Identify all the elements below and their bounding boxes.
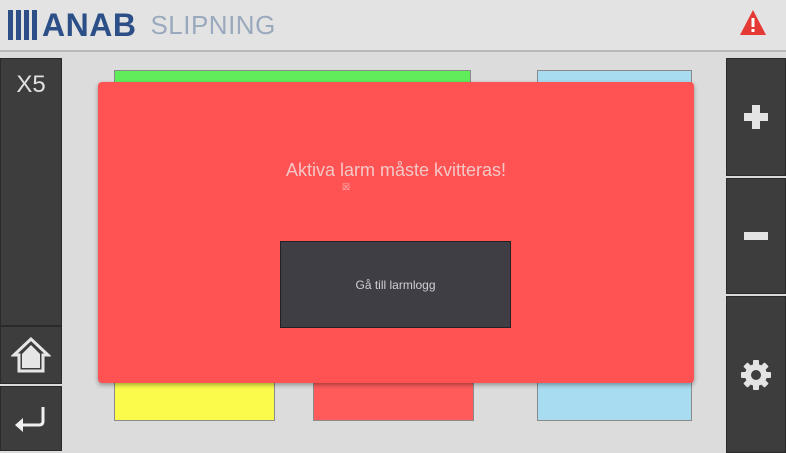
status-tile-yellow[interactable] (114, 380, 275, 421)
home-button[interactable] (0, 326, 62, 384)
minus-icon (744, 232, 768, 240)
logo-bar (16, 10, 21, 40)
plus-icon (744, 105, 768, 129)
logo-bar (8, 10, 13, 40)
back-button[interactable] (0, 386, 62, 451)
logo-bar (24, 10, 29, 40)
anab-logo: ANAB SLIPNING (8, 6, 276, 43)
return-arrow-icon (15, 406, 45, 432)
gear-icon (741, 359, 771, 390)
alarm-dialog: Aktiva larm måste kvitteras! ☒ Gå till l… (98, 82, 694, 383)
product-name: SLIPNING (150, 9, 276, 40)
status-tile-red[interactable] (313, 380, 474, 421)
warning-triangle-icon[interactable] (738, 8, 768, 38)
home-icon (11, 336, 51, 373)
minus-button[interactable] (726, 178, 786, 294)
go-to-alarm-log-label: Gå till larmlogg (355, 277, 436, 292)
header-bar: ANAB SLIPNING (0, 0, 786, 52)
logo-bars (8, 10, 37, 40)
brand-name: ANAB (42, 6, 137, 43)
left-nav: X5 (0, 58, 62, 453)
settings-button[interactable] (726, 296, 786, 453)
multiplier-label: X5 (16, 71, 46, 98)
multiplier-button[interactable]: X5 (0, 58, 62, 326)
status-tile-blue-bottom[interactable] (537, 380, 692, 421)
close-icon[interactable]: ☒ (342, 182, 350, 193)
logo-bar (32, 10, 37, 40)
alarm-message: Aktiva larm måste kvitteras! (285, 160, 507, 180)
go-to-alarm-log-button[interactable]: Gå till larmlogg (280, 241, 511, 328)
right-nav (726, 58, 786, 453)
plus-button[interactable] (726, 58, 786, 176)
